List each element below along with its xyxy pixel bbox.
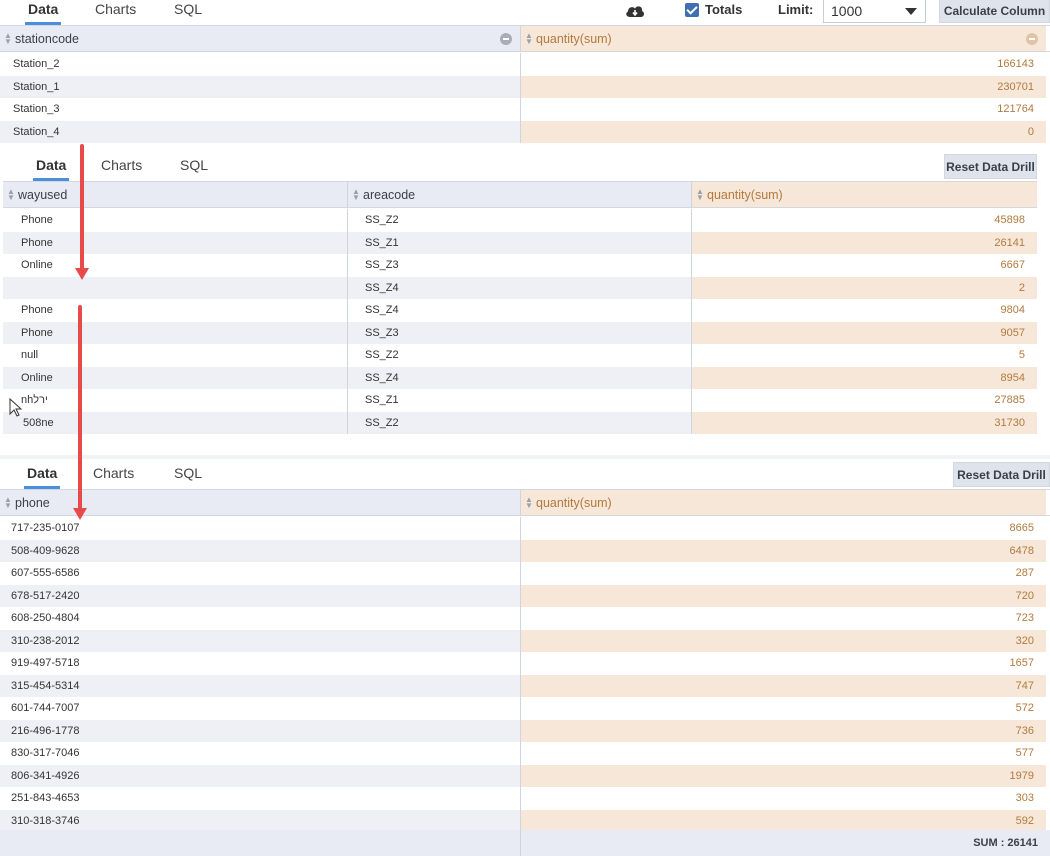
table-row[interactable]: Station_1 230701: [0, 75, 1046, 98]
limit-label: Limit:: [778, 2, 814, 17]
table-row[interactable]: 806-341-4926 1979: [0, 764, 1046, 787]
limit-value: 1000: [831, 2, 863, 19]
table-row[interactable]: 608-250-4804 723: [0, 607, 1046, 630]
mouse-cursor-icon: [9, 398, 23, 417]
table-row[interactable]: 315-454-5314 747: [0, 674, 1046, 697]
tab-data[interactable]: Data: [32, 157, 70, 181]
tab-sql[interactable]: SQL: [174, 1, 202, 17]
tab-charts[interactable]: Charts: [101, 157, 142, 173]
table-row[interactable]: 310-318-3746 592: [0, 809, 1046, 832]
column-header-quantity[interactable]: ▲ ▼ quantity(sum): [521, 490, 1046, 515]
table-row[interactable]: Phone SS_Z3 9057: [3, 321, 1037, 344]
reset-data-drill-button[interactable]: Reset Data Drill: [953, 462, 1050, 487]
sort-icon[interactable]: ▲ ▼: [525, 495, 533, 509]
table-row[interactable]: Phone SS_Z2 45898: [3, 209, 1037, 232]
table-body: Station_2 166143 Station_1 230701 Station_…: [0, 53, 1046, 143]
table-row[interactable]: 607-555-6586 287: [0, 562, 1046, 585]
table-footer: SUM : 26141: [0, 830, 1050, 856]
table-body: 717-235-0107 8665 508-409-9628 6478 607-55…: [0, 517, 1046, 832]
totals-label: Totals: [705, 2, 743, 17]
table-row[interactable]: 919-497-5718 1657: [0, 652, 1046, 675]
table-row[interactable]: 216-496-1778 736: [0, 719, 1046, 742]
table-row[interactable]: Phone SS_Z4 9804: [3, 299, 1037, 322]
sort-icon[interactable]: ▲ ▼: [352, 187, 360, 201]
table-row[interactable]: Station_3 121764: [0, 98, 1046, 121]
totals-checkbox[interactable]: [685, 3, 699, 17]
panel-divider: [0, 455, 1050, 459]
footer-sum: SUM : 26141: [521, 830, 1050, 856]
table-row[interactable]: SS_Z4 2: [3, 276, 1037, 299]
tab-sql[interactable]: SQL: [180, 157, 208, 173]
table-row[interactable]: null SS_Z2 5: [3, 344, 1037, 367]
sort-icon[interactable]: ▲ ▼: [7, 187, 15, 201]
drill-arrow: [75, 144, 89, 280]
table-header: ▲ ▼ phone ▲ ▼ quantity(sum): [0, 489, 1050, 516]
limit-select[interactable]: 1000: [823, 0, 926, 23]
table-row[interactable]: 508-409-9628 6478: [0, 539, 1046, 562]
sort-icon[interactable]: ▲ ▼: [696, 187, 704, 201]
tab-data[interactable]: Data: [24, 1, 62, 25]
table-row[interactable]: 601-744-7007 572: [0, 697, 1046, 720]
tab-data[interactable]: Data: [23, 465, 61, 489]
drill-arrow: [73, 305, 87, 520]
tab-charts[interactable]: Charts: [93, 465, 134, 481]
table-row[interactable]: Online SS_Z4 8954: [3, 366, 1037, 389]
column-menu-icon[interactable]: [500, 33, 512, 45]
column-header-wayused[interactable]: ▲ ▼ wayused: [3, 182, 348, 207]
table-row[interactable]: 508ne SS_Z2 31730: [3, 411, 1037, 434]
sort-icon[interactable]: ▲ ▼: [525, 31, 533, 45]
table-row[interactable]: Online SS_Z3 6667: [3, 254, 1037, 277]
sort-icon[interactable]: ▲ ▼: [4, 31, 12, 45]
tab-charts[interactable]: Charts: [95, 1, 136, 17]
column-header-quantity[interactable]: ▲ ▼ quantity(sum): [692, 182, 1037, 207]
column-header-stationcode[interactable]: ▲ ▼ stationcode: [0, 26, 521, 51]
table-row[interactable]: 717-235-0107 8665: [0, 517, 1046, 540]
calculate-column-button[interactable]: Calculate Column: [939, 0, 1050, 23]
table-row[interactable]: Station_4 0: [0, 120, 1046, 143]
table-row[interactable]: nhירל SS_Z1 27885: [3, 389, 1037, 412]
column-header-areacode[interactable]: ▲ ▼ areacode: [348, 182, 692, 207]
sort-icon[interactable]: ▲ ▼: [4, 495, 12, 509]
cloud-download-icon[interactable]: [625, 3, 645, 19]
tab-sql[interactable]: SQL: [174, 465, 202, 481]
reset-data-drill-button[interactable]: Reset Data Drill: [944, 154, 1037, 179]
table-body: Phone SS_Z2 45898 Phone SS_Z1 26141 Online SS…: [3, 209, 1037, 434]
table-row[interactable]: 251-843-4653 303: [0, 787, 1046, 810]
table-row[interactable]: 830-317-7046 577: [0, 742, 1046, 765]
table-row[interactable]: Station_2 166143: [0, 53, 1046, 76]
chevron-down-icon: [905, 8, 917, 15]
table-header: ▲ ▼ wayused ▲ ▼ areacode ▲ ▼ quantity(sum): [3, 181, 1037, 208]
table-row[interactable]: Phone SS_Z1 26141: [3, 231, 1037, 254]
table-header: ▲ ▼ stationcode ▲ ▼ quantity(sum): [0, 25, 1050, 52]
column-menu-icon[interactable]: [1026, 33, 1038, 45]
column-header-quantity[interactable]: ▲ ▼ quantity(sum): [521, 26, 1046, 51]
table-row[interactable]: 678-517-2420 720: [0, 584, 1046, 607]
table-row[interactable]: 310-238-2012 320: [0, 629, 1046, 652]
